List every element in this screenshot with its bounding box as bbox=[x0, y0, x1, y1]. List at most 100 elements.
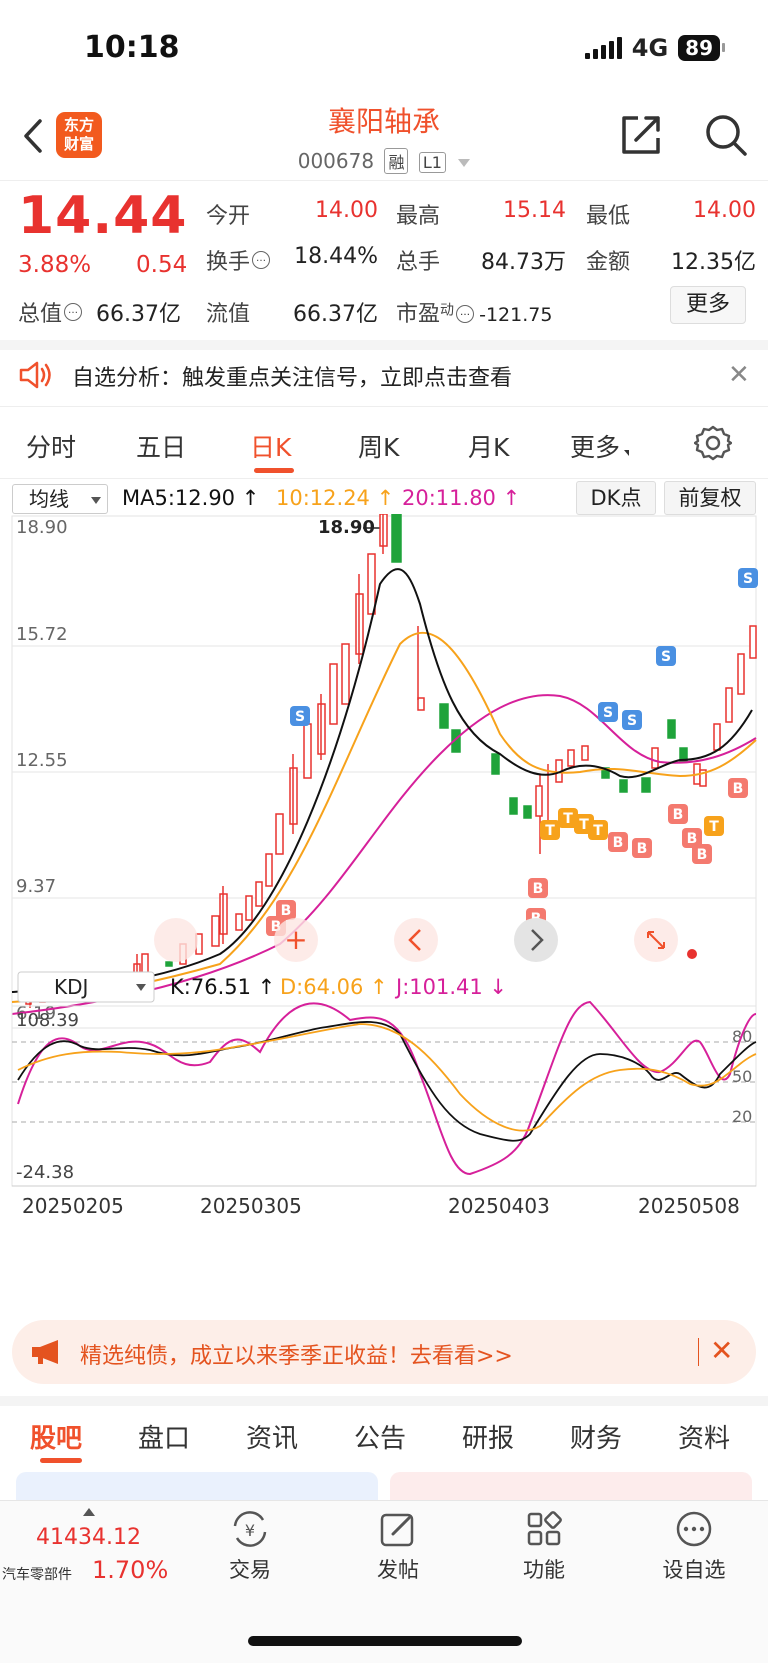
tab-financials[interactable]: 财务 bbox=[570, 1418, 622, 1455]
status-indicators: 4G 89 bbox=[584, 34, 725, 62]
tab-news[interactable]: 资讯 bbox=[246, 1418, 298, 1455]
open-field: 今开 14.00 bbox=[206, 198, 378, 229]
buy-signal-badge: B bbox=[528, 878, 548, 898]
adjust-button[interactable]: 前复权 bbox=[664, 481, 756, 515]
float-cap-field: 流值 66.37亿 bbox=[206, 302, 378, 327]
kdj-d-line bbox=[17, 1023, 757, 1132]
alert-text[interactable]: 自选分析：触发重点关注信号，立即点击查看 bbox=[72, 360, 512, 392]
status-time: 10:18 bbox=[84, 30, 180, 65]
dk-point-button[interactable]: DK点 bbox=[576, 481, 656, 515]
date-tick-2: 20250305 bbox=[200, 1194, 302, 1218]
kdj-k: K:76.51 ↑ bbox=[170, 975, 275, 999]
sell-signal-badge: S bbox=[656, 646, 676, 666]
y-tick-1: 18.90 bbox=[16, 517, 68, 538]
tab-5day[interactable]: 五日 bbox=[136, 428, 186, 464]
trade-icon: ¥ bbox=[233, 1511, 267, 1547]
tab-more[interactable]: 更多 bbox=[570, 428, 630, 464]
svg-text:T: T bbox=[593, 823, 603, 839]
indicator-select[interactable]: 均线 bbox=[12, 484, 108, 514]
y-tick-2: 15.72 bbox=[16, 624, 68, 645]
change-percent: 3.88% bbox=[18, 252, 92, 278]
tab-profile[interactable]: 资料 bbox=[678, 1418, 730, 1455]
banner-text[interactable]: 精选纯债，成立以来季季正收益！去看看>> bbox=[80, 1338, 513, 1370]
tab-forum[interactable]: 股吧 bbox=[30, 1418, 82, 1455]
card-peek bbox=[390, 1472, 752, 1502]
post-button[interactable]: 发帖 bbox=[348, 1510, 448, 1584]
battery-level: 89 bbox=[678, 35, 725, 61]
y-tick-3: 12.55 bbox=[16, 750, 68, 771]
sector-index-name: 汽车零部件 bbox=[2, 1567, 72, 1583]
kdj-k-line bbox=[17, 1021, 757, 1142]
kline-chart[interactable]: 18.90 15.72 12.55 9.37 6.19 18.90 S S S … bbox=[0, 514, 768, 1314]
search-icon[interactable] bbox=[704, 112, 748, 158]
svg-text:T: T bbox=[545, 823, 555, 839]
svg-text:S: S bbox=[743, 571, 753, 587]
date-tick-3: 20250403 bbox=[448, 1194, 550, 1218]
turnover-field: 换手… 18.44% bbox=[206, 244, 378, 275]
tab-monthly-k[interactable]: 月K bbox=[468, 428, 509, 464]
sell-signal-badge: S bbox=[598, 702, 618, 722]
t-signal-badge: T bbox=[588, 820, 608, 840]
kdj-20: 20 bbox=[732, 1107, 752, 1126]
amount-field: 金额 12.35亿 bbox=[586, 250, 756, 275]
tab-weekly-k[interactable]: 周K bbox=[358, 428, 399, 464]
sector-index-value[interactable]: 41434.12 bbox=[36, 1525, 141, 1550]
gear-icon[interactable] bbox=[694, 424, 732, 462]
t-signal-badge: T bbox=[704, 816, 724, 836]
svg-text:B: B bbox=[533, 881, 544, 897]
caret-up-icon bbox=[83, 1508, 95, 1516]
tab-intraday[interactable]: 分时 bbox=[26, 428, 76, 464]
kdj-bottom-tick: -24.38 bbox=[16, 1162, 74, 1183]
kdj-d: D:64.06 ↑ bbox=[280, 975, 388, 999]
info-icon: … bbox=[456, 304, 475, 323]
margin-tag: 融 bbox=[384, 148, 409, 174]
buy-signal-badge: B bbox=[692, 844, 712, 864]
svg-text:S: S bbox=[295, 709, 305, 725]
buy-signal-badge: B bbox=[608, 832, 628, 852]
function-button[interactable]: 功能 bbox=[494, 1510, 594, 1584]
kdj-50: 50 bbox=[732, 1067, 752, 1086]
tab-daily-k[interactable]: 日K bbox=[250, 428, 291, 464]
svg-text:S: S bbox=[603, 705, 613, 721]
tab-announcements[interactable]: 公告 bbox=[354, 1418, 406, 1455]
sell-signal-badge: S bbox=[290, 706, 310, 726]
change-amount: 0.54 bbox=[136, 252, 188, 278]
volume-field: 总手 84.73万 bbox=[396, 250, 566, 275]
close-icon[interactable]: ✕ bbox=[728, 360, 750, 390]
svg-text:T: T bbox=[709, 819, 719, 835]
svg-text:B: B bbox=[697, 847, 708, 863]
share-icon[interactable] bbox=[618, 112, 664, 158]
stock-code: 000678 bbox=[297, 149, 375, 173]
edit-icon bbox=[380, 1513, 414, 1547]
sell-signal-badge: S bbox=[622, 710, 642, 730]
kdj-top-tick: 108.39 bbox=[16, 1010, 79, 1031]
info-icon: … bbox=[64, 302, 83, 321]
divider bbox=[698, 1338, 699, 1366]
megaphone-icon bbox=[32, 1340, 58, 1364]
svg-text:S: S bbox=[661, 649, 671, 665]
pe-field: 市盈动… -121.75 bbox=[396, 302, 553, 327]
divider bbox=[0, 478, 768, 479]
divider bbox=[0, 1396, 768, 1406]
close-icon[interactable]: ✕ bbox=[710, 1334, 733, 1367]
chevron-down-icon bbox=[458, 158, 471, 167]
card-peek bbox=[16, 1472, 378, 1502]
svg-text:T: T bbox=[563, 811, 573, 827]
more-button[interactable]: 更多 bbox=[670, 286, 746, 324]
svg-text:B: B bbox=[673, 807, 684, 823]
svg-text:B: B bbox=[613, 835, 624, 851]
divider bbox=[0, 340, 768, 350]
network-type: 4G bbox=[631, 34, 669, 62]
current-price: 14.44 bbox=[18, 186, 188, 246]
tab-research[interactable]: 研报 bbox=[462, 1418, 514, 1455]
kdj-j: J:101.41 ↓ bbox=[394, 975, 507, 999]
grid-icon bbox=[527, 1511, 562, 1546]
low-field: 最低 14.00 bbox=[586, 198, 756, 229]
kdj-select: KDJ bbox=[54, 975, 88, 999]
ma5-value: MA5:12.90 ↑ bbox=[122, 486, 260, 510]
trade-button[interactable]: ¥ 交易 bbox=[200, 1510, 300, 1584]
tab-order-book[interactable]: 盘口 bbox=[138, 1418, 190, 1455]
add-watchlist-button[interactable]: 设自选 bbox=[644, 1510, 744, 1584]
svg-text:T: T bbox=[579, 817, 589, 833]
home-indicator bbox=[248, 1636, 522, 1646]
